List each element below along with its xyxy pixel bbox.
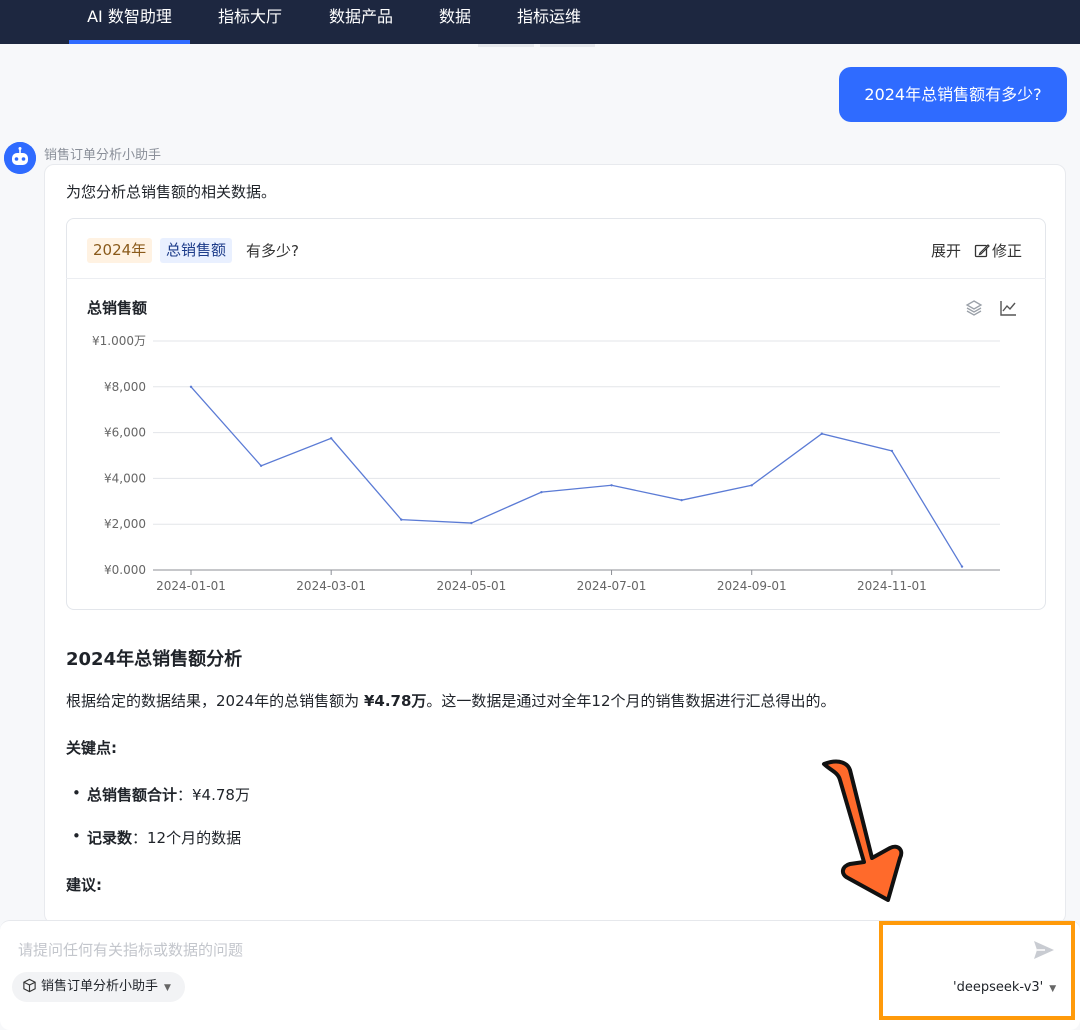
answer-intro: 为您分析总销售额的相关数据。 — [66, 183, 277, 201]
year-tag: 2024年 — [87, 238, 153, 263]
x-tick-label: 2024-01-01 — [156, 579, 226, 593]
x-tick-label: 2024-05-01 — [436, 579, 506, 593]
chat-input[interactable] — [18, 936, 818, 964]
x-tick-label: 2024-09-01 — [717, 579, 787, 593]
nav-item-metric-ops[interactable]: 指标运维 — [506, 0, 592, 44]
list-item: 记录数：12个月的数据 — [72, 827, 241, 848]
expand-button[interactable]: 展开 — [931, 240, 961, 261]
y-tick-label: ¥1.000万 — [92, 334, 146, 348]
data-point — [470, 521, 473, 525]
analysis-total: ¥4.78万 — [363, 692, 427, 710]
bullet-text: ：12个月的数据 — [132, 829, 242, 847]
nav-divider — [540, 44, 595, 47]
x-tick-label: 2024-03-01 — [296, 579, 366, 593]
robot-icon — [4, 142, 36, 174]
series-line — [190, 386, 963, 567]
chevron-down-icon: ▼ — [164, 983, 171, 993]
cube-icon — [23, 978, 36, 993]
data-point — [610, 484, 613, 487]
y-tick-label: ¥8,000 — [104, 380, 146, 394]
assistant-selector-label: 销售订单分析小助手 — [41, 979, 159, 994]
y-tick-label: ¥6,000 — [104, 426, 146, 440]
data-point — [189, 385, 193, 388]
bullet-label: 总销售额合计 — [87, 786, 178, 804]
assistant-avatar — [4, 142, 36, 174]
edit-button[interactable]: 修正 — [974, 240, 1022, 261]
data-point — [400, 518, 403, 521]
assistant-selector[interactable]: 销售订单分析小助手 ▼ — [12, 972, 185, 1002]
list-item: 总销售额合计：¥4.78万 — [72, 784, 250, 805]
top-nav: AI 数智助理 指标大厅 数据产品 数据 指标运维 — [0, 0, 1080, 44]
data-point — [890, 449, 894, 453]
pointer-arrow-icon — [822, 759, 904, 902]
x-tick-label: 2024-07-01 — [577, 579, 647, 593]
y-tick-label: ¥2,000 — [104, 517, 146, 531]
suggestions-title: 建议: — [66, 876, 102, 894]
data-point — [750, 484, 753, 487]
analysis-title: 2024年总销售额分析 — [66, 649, 243, 670]
assistant-name: 销售订单分析小助手 — [44, 148, 162, 163]
bullet-label: 记录数 — [87, 829, 133, 847]
bullet-text: ：¥4.78万 — [177, 786, 250, 804]
analysis-text: 根据给定的数据结果，2024年的总销售额为 — [66, 692, 364, 710]
edit-label: 修正 — [992, 242, 1023, 260]
edit-icon — [974, 244, 990, 258]
data-point — [960, 565, 964, 568]
nav-item-ai-assistant[interactable]: AI 数智助理 — [69, 0, 190, 44]
data-point — [680, 498, 683, 502]
nav-item-metric-hall[interactable]: 指标大厅 — [207, 0, 293, 44]
user-message-bubble: 2024年总销售额有多少? — [839, 67, 1067, 122]
data-point — [259, 464, 263, 468]
nav-item-data-products[interactable]: 数据产品 — [318, 0, 404, 44]
y-tick-label: ¥4,000 — [104, 471, 146, 485]
highlight-box — [879, 921, 1075, 1020]
analysis-text: 。这一数据是通过对全年12个月的销售数据进行汇总得出的。 — [426, 692, 836, 710]
data-point — [820, 432, 824, 435]
sales-line-chart: ¥0.000 ¥2,000 ¥4,000 ¥6,000 ¥8,000 ¥1.000万 202… — [92, 334, 1000, 593]
key-points-title: 关键点: — [66, 739, 117, 757]
y-tick-label: ¥0.000 — [104, 563, 146, 577]
x-tick-label: 2024-11-01 — [857, 579, 927, 593]
analysis-paragraph: 根据给定的数据结果，2024年的总销售额为 ¥4.78万。这一数据是通过对全年1… — [66, 690, 836, 711]
nav-item-data[interactable]: 数据 — [430, 0, 480, 44]
query-suffix: 有多少? — [246, 242, 299, 260]
data-point — [540, 490, 543, 494]
nav-divider — [478, 44, 534, 47]
metric-tag: 总销售额 — [160, 238, 233, 263]
data-point — [329, 437, 333, 440]
